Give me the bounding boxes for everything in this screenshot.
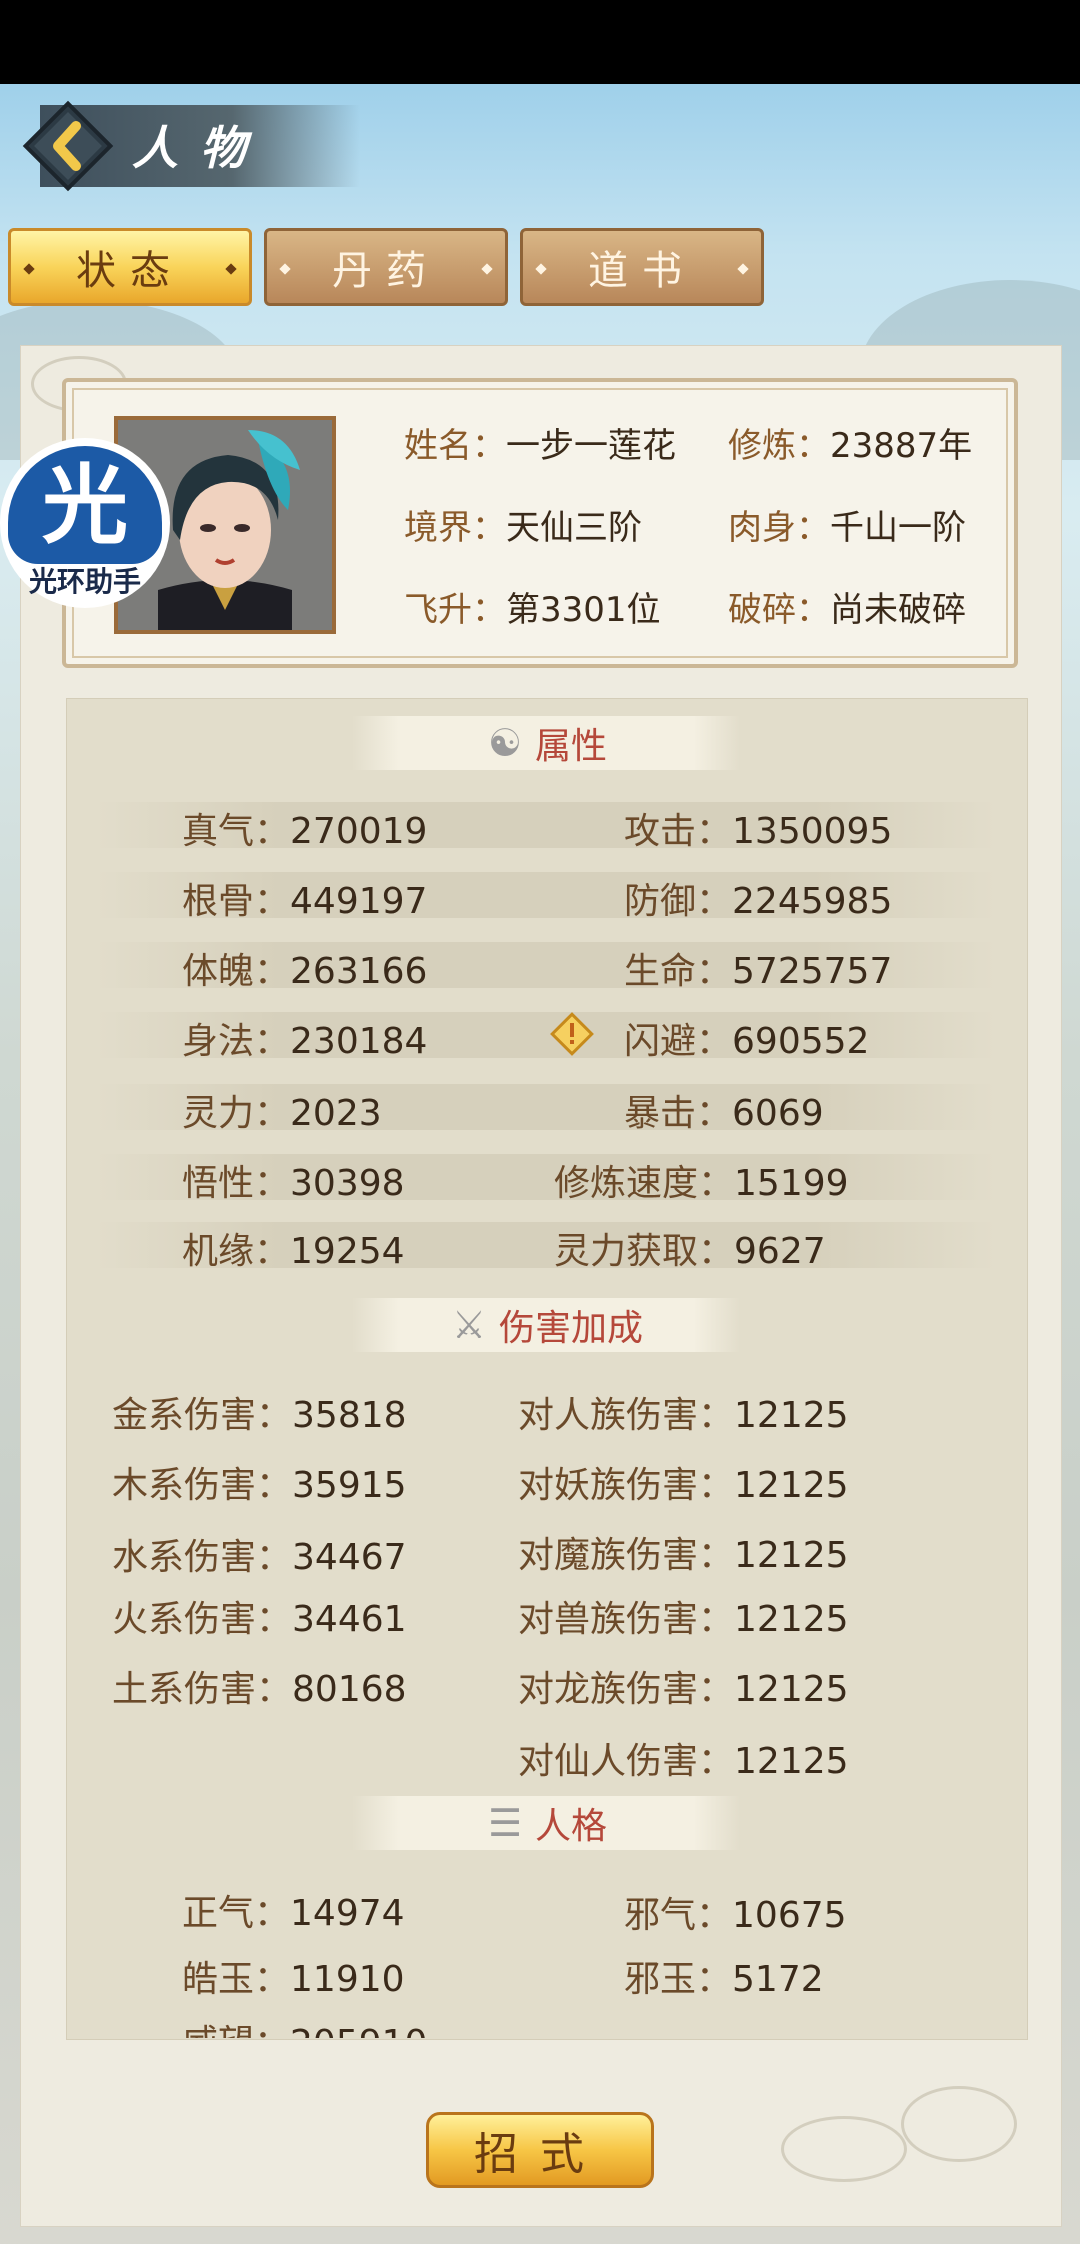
stat-vs-demon-damage: 对妖族伤害：12125: [518, 1465, 849, 1506]
profile-break: 破碎：尚未破碎: [728, 590, 966, 630]
status-bar: [0, 0, 1080, 84]
stat-earth-damage: 土系伤害：80168: [112, 1669, 407, 1710]
profile-ascend: 飞升：第3301位: [404, 590, 661, 630]
stat-wood-damage: 木系伤害：35915: [112, 1465, 407, 1506]
stat-xieqi: 邪气：10675: [624, 1895, 847, 1936]
stat-zhenqi: 真气：270019: [182, 811, 428, 852]
stat-vs-dragon-damage: 对龙族伤害：12125: [518, 1669, 849, 1710]
stat-dodge: 闪避：690552: [624, 1021, 870, 1062]
stat-metal-damage: 金系伤害：35818: [112, 1395, 407, 1436]
stat-weiwang: 威望：205910: [182, 2014, 427, 2038]
tab-daoshu[interactable]: 道书: [520, 228, 764, 306]
stat-jiyuan: 机缘：19254: [182, 1231, 405, 1272]
chevron-left-icon: [22, 100, 114, 192]
stat-attack: 攻击：1350095: [624, 811, 893, 852]
stat-fire-damage: 火系伤害：34461: [112, 1599, 407, 1640]
tab-elixir[interactable]: 丹药: [264, 228, 508, 306]
profile-body: 肉身：千山一阶: [728, 508, 966, 548]
section-attributes: ☯ 属性: [352, 716, 740, 770]
profile-cultivation: 修炼：23887年: [728, 426, 973, 466]
tab-status[interactable]: 状态: [8, 228, 252, 306]
back-button[interactable]: [22, 100, 114, 192]
stat-xieyu: 邪玉：5172: [624, 1959, 824, 2000]
stat-water-damage: 水系伤害：34467: [112, 1537, 407, 1578]
overlay-logo[interactable]: 光 光环助手: [0, 438, 170, 608]
skills-button[interactable]: 招式: [426, 2112, 654, 2188]
stat-crit: 暴击：6069: [624, 1093, 824, 1134]
stat-lingli: 灵力：2023: [182, 1093, 382, 1134]
stat-vs-beast-damage: 对兽族伤害：12125: [518, 1599, 849, 1640]
warning-icon[interactable]: [548, 1010, 596, 1058]
page-title: 人物: [132, 121, 268, 175]
profile-name: 姓名：一步一莲花: [404, 426, 676, 466]
section-damage: ⚔ 伤害加成: [352, 1298, 740, 1352]
stat-defense: 防御：2245985: [624, 881, 893, 922]
stat-tipo: 体魄：263166: [182, 951, 428, 992]
crossed-swords-icon: ⚔: [451, 1303, 487, 1347]
profile-realm: 境界：天仙三阶: [404, 508, 642, 548]
yin-yang-icon: ☯: [487, 721, 523, 765]
stat-vs-human-damage: 对人族伤害：12125: [518, 1395, 849, 1436]
stat-cultivation-speed: 修炼速度：15199: [554, 1163, 849, 1204]
stat-shenfa: 身法：230184: [182, 1021, 428, 1062]
stat-vs-immortal-damage: 对仙人伤害：12125: [518, 1741, 849, 1782]
stat-wuxing: 悟性：30398: [182, 1163, 405, 1204]
scroll-icon: ☰: [487, 1801, 523, 1845]
stat-zhengqi: 正气：14974: [182, 1893, 405, 1934]
stat-vs-mo-damage: 对魔族伤害：12125: [518, 1535, 849, 1576]
stat-haoyu: 皓玉：11910: [182, 1959, 405, 2000]
section-personality: ☰ 人格: [352, 1796, 740, 1850]
stat-hp: 生命：5725757: [624, 951, 893, 992]
stat-lingli-gain: 灵力获取：9627: [554, 1231, 826, 1272]
stat-gengu: 根骨：449197: [182, 881, 428, 922]
